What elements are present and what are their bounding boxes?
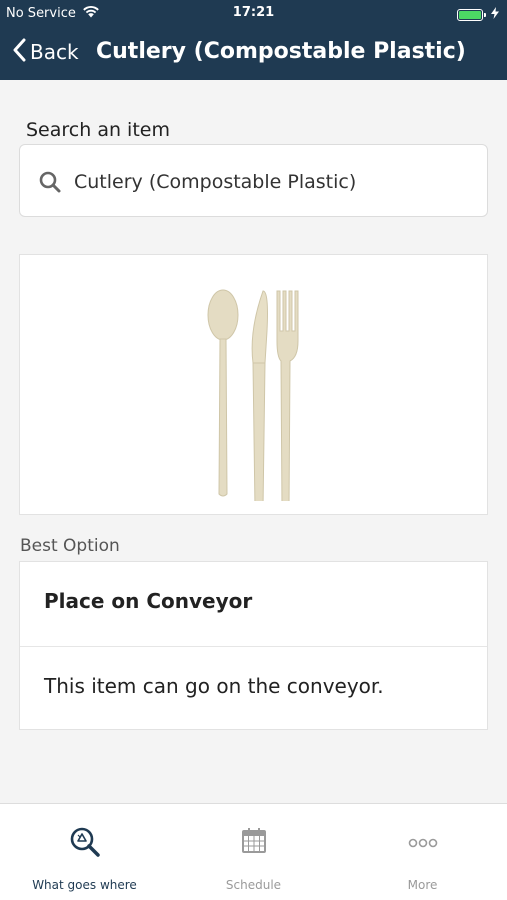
tab-more[interactable]: More (338, 804, 507, 900)
option-description: This item can go on the conveyor. (44, 674, 384, 698)
chevron-left-icon (12, 38, 26, 66)
tab-label: More (407, 878, 438, 892)
calendar-icon (169, 826, 338, 854)
status-bar: No Service 17:21 (0, 0, 507, 28)
search-box[interactable] (19, 144, 488, 217)
search-label: Search an item (26, 119, 170, 141)
status-right (457, 7, 499, 23)
tab-what-goes-where[interactable]: What goes where (0, 804, 169, 900)
tab-label: Schedule (225, 878, 282, 892)
battery-icon (457, 9, 486, 21)
best-option-label: Best Option (20, 536, 120, 556)
search-input[interactable] (74, 165, 474, 199)
charging-icon (491, 7, 499, 23)
app-header: No Service 17:21 Back Cutlery (Compostab… (0, 0, 507, 80)
item-image-card (19, 254, 488, 515)
option-title: Place on Conveyor (44, 589, 253, 613)
back-label: Back (30, 40, 79, 64)
status-time: 17:21 (232, 5, 275, 20)
page-title: Cutlery (Compostable Plastic) (96, 39, 466, 64)
option-divider (20, 646, 487, 647)
search-icon (38, 170, 62, 194)
tab-label: What goes where (32, 878, 137, 892)
tab-schedule[interactable]: Schedule (169, 804, 338, 900)
best-option-card: Place on Conveyor This item can go on th… (19, 561, 488, 730)
more-icon (338, 838, 507, 848)
tab-bar: What goes where Schedule More (0, 803, 507, 900)
back-button[interactable]: Back (12, 36, 79, 68)
cutlery-image (207, 289, 299, 501)
recycle-search-icon (0, 826, 169, 858)
